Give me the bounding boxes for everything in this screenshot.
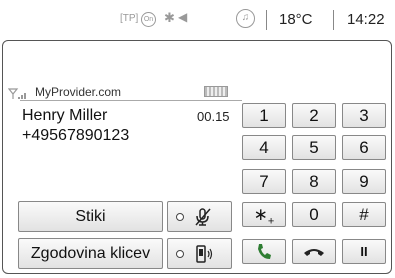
handset-mode-button[interactable] [167,238,232,269]
caller-number: +49567890123 [22,127,130,144]
microphone-mute-icon [195,207,211,226]
bluetooth-icon: ✱ [164,10,175,25]
call-history-button-label: Zgodovina klicev [30,244,151,262]
star-label: ∗ [253,205,268,224]
end-call-button[interactable] [292,239,336,264]
status-bar: [TP] On ✱ ◀ ♫ 18°C 14:22 [0,2,390,38]
call-duration: 00.15 [197,109,230,124]
mute-microphone-button[interactable] [167,201,232,232]
contacts-button[interactable]: Stiki [18,201,163,232]
keypad-key-9[interactable]: 9 [342,169,386,194]
keypad-key-7[interactable]: 7 [242,169,286,194]
keypad-key-8[interactable]: 8 [292,169,336,194]
keypad-key-star[interactable]: ∗+ [242,202,286,227]
clock: 14:22 [347,11,385,28]
phone-speaker-icon [196,244,213,263]
keypad-key-0[interactable]: 0 [292,202,336,227]
divider [333,10,334,30]
divider [266,10,267,30]
status-indicator [176,249,184,258]
on-badge: On [141,12,156,27]
music-note-icon[interactable]: ♫ [236,9,255,28]
contacts-button-label: Stiki [75,207,106,225]
keypad-key-5[interactable]: 5 [292,135,336,160]
phone-accept-icon [258,244,271,259]
keypad-key-3[interactable]: 3 [342,103,386,128]
keypad-key-6[interactable]: 6 [342,135,386,160]
pause-button[interactable]: II [342,239,386,264]
keypad-key-1[interactable]: 1 [242,103,286,128]
caller-name: Henry Miller [22,107,108,124]
phone-hangup-icon [304,249,324,256]
battery-icon [204,86,228,97]
temperature: 18°C [279,11,313,28]
accept-call-button[interactable] [242,239,286,264]
keypad-key-hash[interactable]: # [342,202,386,227]
divider [20,100,242,101]
keypad-key-2[interactable]: 2 [292,103,336,128]
traffic-program-indicator: [TP] [120,13,139,24]
provider-name: MyProvider.com [35,85,122,99]
signal-strength-icon [8,88,26,99]
status-indicator [176,212,184,221]
speaker-mute-icon: ◀ [178,10,188,24]
plus-label: + [267,215,275,228]
keypad-key-4[interactable]: 4 [242,135,286,160]
call-history-button[interactable]: Zgodovina klicev [18,238,163,269]
